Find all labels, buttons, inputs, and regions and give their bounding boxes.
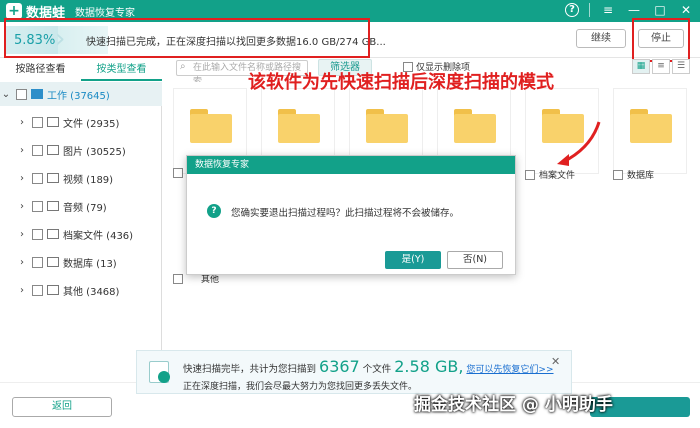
recover-now-link[interactable]: 您可以先恢复它们>> [466, 362, 553, 375]
tile-checkbox[interactable] [173, 168, 183, 178]
detail-view-icon[interactable]: ☰ [672, 59, 690, 74]
file-count: 6367 [319, 357, 360, 376]
folder-icon [190, 109, 232, 143]
file-size: 2.58 GB, [394, 357, 464, 376]
chevron-right-icon[interactable]: › [16, 257, 28, 268]
folder-icon [454, 109, 496, 143]
sidebar-item-label: 图片 (30525) [63, 146, 126, 158]
search-icon: ⌕ [180, 61, 186, 72]
chevron-right-icon[interactable]: › [16, 229, 28, 240]
sidebar-item-documents[interactable]: › 文件 (2935) [0, 110, 162, 134]
tile-checkbox[interactable] [173, 273, 183, 284]
chevron-right-icon[interactable]: › [16, 145, 28, 156]
tab-by-type[interactable]: 按类型查看 [81, 59, 162, 81]
highlight-box-progress [4, 18, 370, 58]
sidebar-item-other[interactable]: › 其他 (3468) [0, 278, 162, 302]
tile-label-text: 档案文件 [539, 171, 576, 181]
video-icon [47, 173, 59, 183]
tile-checkbox[interactable] [525, 169, 535, 180]
back-button[interactable]: 返回 [12, 397, 112, 417]
tile-label-database: 数据库 [613, 168, 693, 181]
sidebar-item-label: 视频 (189) [63, 174, 114, 186]
tree-root-work[interactable]: ⌄ 工作 (37645) [0, 82, 162, 106]
grid-view-icon[interactable]: ▦ [632, 59, 650, 74]
chevron-right-icon[interactable]: › [16, 285, 28, 296]
folder-icon [47, 285, 59, 295]
continue-button[interactable]: 继续 [576, 29, 626, 48]
tab-by-path[interactable]: 按路径查看 [0, 59, 81, 81]
file-check-icon [149, 361, 170, 383]
maximize-icon[interactable]: □ [652, 2, 668, 18]
tile-checkbox[interactable] [613, 169, 623, 180]
sidebar-item-audio[interactable]: › 音频 (79) [0, 194, 162, 218]
annotation-text: 该软件为先快速扫描后深度扫描的模式 [248, 72, 554, 93]
sidebar-item-label: 音频 (79) [63, 202, 107, 214]
view-mode-switch: ▦ ≡ ☰ [632, 59, 690, 74]
category-sidebar: ⌄ 工作 (37645) › 文件 (2935) › 图片 (30525) › … [0, 82, 162, 382]
list-view-icon[interactable]: ≡ [652, 59, 670, 74]
file-count-unit: 个文件 [362, 364, 392, 375]
archive-icon [47, 229, 59, 239]
tree-checkbox[interactable] [32, 284, 43, 296]
tile-label-text: 数据库 [627, 171, 655, 181]
tree-root-label: 工作 (37645) [47, 90, 110, 102]
folder-icon [630, 109, 672, 143]
image-icon [47, 145, 59, 155]
dialog-title: 数据恢复专家 [187, 156, 515, 174]
sidebar-item-images[interactable]: › 图片 (30525) [0, 138, 162, 162]
tree-checkbox[interactable] [32, 256, 43, 268]
watermark: 掘金技术社区 @ 小明助手 [414, 395, 613, 415]
menu-icon[interactable]: ≡ [600, 2, 616, 18]
tree-checkbox[interactable] [32, 116, 43, 128]
folder-icon [366, 109, 408, 143]
notif-prefix: 快速扫描完毕，共计为您扫描到 [183, 364, 317, 375]
question-icon: ? [207, 204, 221, 218]
sidebar-item-label: 数据库 (13) [63, 258, 117, 270]
dialog-message: 您确实要退出扫描过程吗？此扫描过程将不会被储存。 [231, 208, 460, 219]
tree-checkbox[interactable] [32, 200, 43, 212]
tree-checkbox[interactable] [32, 172, 43, 184]
database-icon [47, 257, 59, 267]
scan-summary-notification: 快速扫描完毕，共计为您扫描到 6367 个文件 2.58 GB, 您可以先恢复它… [136, 350, 572, 394]
sidebar-item-archives[interactable]: › 档案文件 (436) [0, 222, 162, 246]
folder-icon [278, 109, 320, 143]
chevron-right-icon[interactable]: › [16, 117, 28, 128]
tree-checkbox[interactable] [32, 144, 43, 156]
sidebar-item-videos[interactable]: › 视频 (189) [0, 166, 162, 190]
highlight-box-stop [632, 18, 690, 62]
close-icon[interactable]: ✕ [678, 2, 694, 18]
notif-deep-scan-text: 正在深度扫描，我们会尽最大努力为您找回更多丢失文件。 [183, 382, 418, 392]
sidebar-item-label: 文件 (2935) [63, 118, 120, 130]
no-button[interactable]: 否(N) [447, 251, 503, 269]
view-tabs: 按路径查看 按类型查看 [0, 59, 162, 81]
audio-icon [47, 201, 59, 211]
tile-label-archive: 档案文件 [525, 168, 605, 181]
sidebar-item-label: 档案文件 (436) [63, 230, 134, 242]
sidebar-item-label: 其他 (3468) [63, 286, 120, 298]
plus-logo-icon: + [6, 3, 22, 19]
folder-icon [31, 89, 43, 99]
annotation-arrow-icon [557, 121, 601, 166]
chevron-right-icon[interactable]: › [16, 201, 28, 212]
chevron-down-icon[interactable]: ⌄ [0, 89, 12, 100]
document-icon [47, 117, 59, 127]
close-icon[interactable]: ✕ [551, 355, 560, 368]
minimize-icon[interactable]: — [626, 2, 642, 18]
tree-checkbox[interactable] [32, 228, 43, 240]
separator [589, 3, 590, 17]
exit-scan-dialog: 数据恢复专家 ? 您确实要退出扫描过程吗？此扫描过程将不会被储存。 是(Y) 否… [186, 155, 516, 275]
app-subtitle: 数据恢复专家 [75, 7, 136, 19]
help-icon[interactable]: ? [565, 3, 579, 17]
tree-checkbox[interactable] [16, 88, 27, 100]
folder-tile-database[interactable] [613, 88, 687, 174]
sidebar-item-database[interactable]: › 数据库 (13) [0, 250, 162, 274]
chevron-right-icon[interactable]: › [16, 173, 28, 184]
yes-button[interactable]: 是(Y) [385, 251, 441, 269]
